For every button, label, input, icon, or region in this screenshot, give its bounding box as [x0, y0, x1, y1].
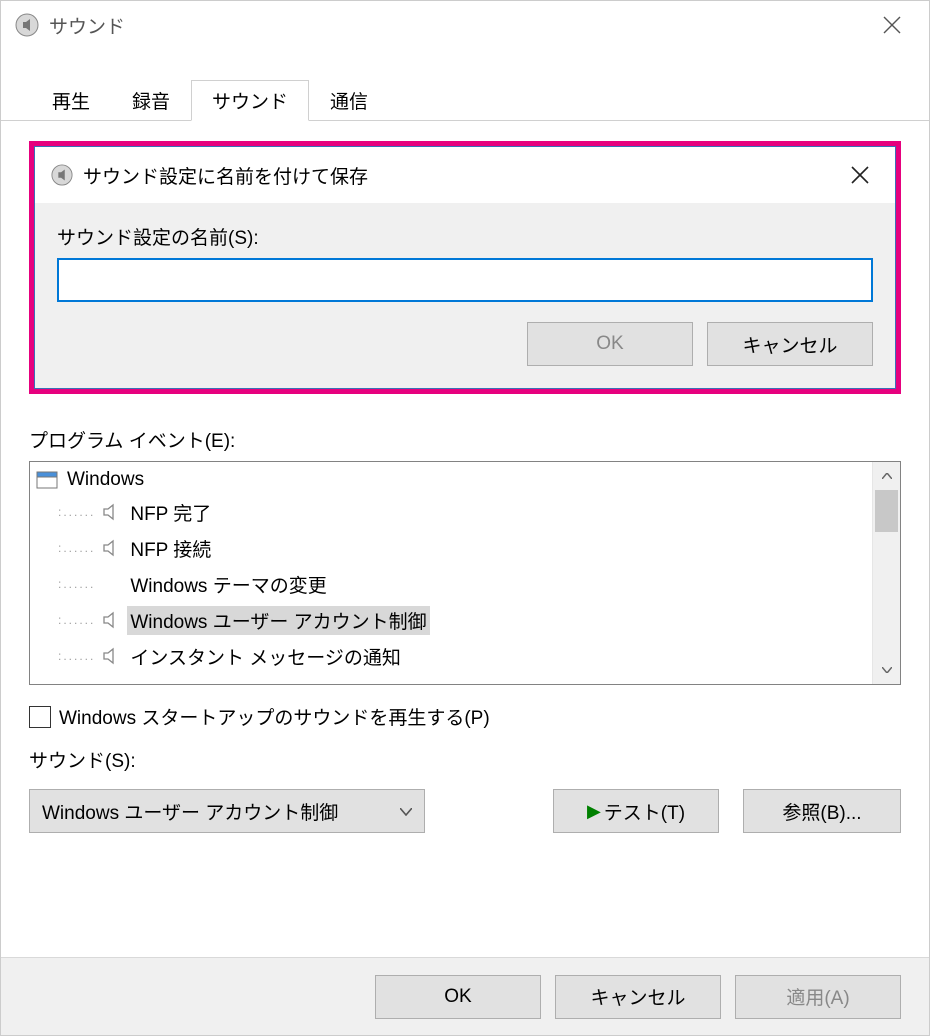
tab-sounds[interactable]: サウンド	[191, 80, 309, 121]
tab-content: サウンド設定に名前を付けて保存 サウンド設定の名前(S): OK キャンセル	[1, 121, 929, 957]
tree-root-windows[interactable]: Windows	[30, 466, 872, 494]
chevron-down-icon	[882, 667, 892, 673]
program-event-label: Windows ユーザー アカウント制御	[127, 606, 429, 635]
program-event-item[interactable]: :...... NFP 接続	[30, 530, 872, 566]
program-event-label: インスタント メッセージの通知	[127, 642, 404, 671]
cancel-button[interactable]: キャンセル	[555, 975, 721, 1019]
tabs-row: 再生 録音 サウンド 通信	[1, 79, 929, 121]
apply-button[interactable]: 適用(A)	[735, 975, 901, 1019]
save-dialog-close-button[interactable]	[835, 155, 885, 195]
tree-connector: :......	[58, 613, 95, 627]
ok-button[interactable]: OK	[375, 975, 541, 1019]
test-button-label: テスト(T)	[604, 798, 685, 825]
close-icon	[851, 166, 869, 184]
scheme-name-input[interactable]	[57, 258, 873, 302]
save-dialog-ok-button[interactable]: OK	[527, 322, 693, 366]
sound-settings-window: サウンド 再生 録音 サウンド 通信 サウンド設定に名前を付けて保存	[0, 0, 930, 1036]
program-events-label: プログラム イベント(E):	[29, 426, 901, 453]
save-dialog-titlebar: サウンド設定に名前を付けて保存	[35, 147, 895, 203]
program-event-label: NFP 接続	[127, 534, 214, 563]
program-event-item[interactable]: :...... インスタント メッセージの通知	[30, 638, 872, 674]
tree-root-label: Windows	[64, 468, 147, 492]
scroll-up-button[interactable]	[873, 462, 900, 490]
tab-recording[interactable]: 録音	[111, 80, 191, 121]
scroll-track	[873, 532, 900, 656]
scroll-down-button[interactable]	[873, 656, 900, 684]
program-event-label: NFP 完了	[127, 498, 214, 527]
test-button[interactable]: ▶ テスト(T)	[553, 789, 719, 833]
highlighted-dialog-area: サウンド設定に名前を付けて保存 サウンド設定の名前(S): OK キャンセル	[29, 141, 901, 394]
startup-sound-checkbox-row[interactable]: Windows スタートアップのサウンドを再生する(P)	[29, 703, 901, 730]
sound-combo-label: サウンド(S):	[29, 746, 901, 773]
window-close-button[interactable]	[863, 5, 921, 45]
program-events-content: Windows :...... NFP 完了:...... NFP 接続:.....…	[30, 462, 872, 684]
sound-combobox[interactable]: Windows ユーザー アカウント制御	[29, 789, 425, 833]
listbox-scrollbar[interactable]	[872, 462, 900, 684]
sound-row: Windows ユーザー アカウント制御 ▶ テスト(T) 参照(B)...	[29, 789, 901, 833]
scheme-name-label: サウンド設定の名前(S):	[57, 223, 873, 250]
sound-combobox-value: Windows ユーザー アカウント制御	[42, 798, 338, 825]
chevron-down-icon	[400, 803, 412, 819]
sound-icon	[15, 13, 39, 37]
window-icon	[36, 471, 58, 489]
save-scheme-dialog: サウンド設定に名前を付けて保存 サウンド設定の名前(S): OK キャンセル	[34, 146, 896, 389]
save-dialog-button-row: OK キャンセル	[57, 322, 873, 366]
tree-connector: :......	[58, 505, 95, 519]
save-dialog-body: サウンド設定の名前(S): OK キャンセル	[35, 203, 895, 388]
program-event-item[interactable]: :...... NFP 完了	[30, 494, 872, 530]
tree-connector: :......	[58, 649, 95, 663]
chevron-up-icon	[882, 473, 892, 479]
startup-sound-checkbox[interactable]	[29, 706, 51, 728]
program-event-label: Windows テーマの変更	[127, 570, 329, 599]
browse-button[interactable]: 参照(B)...	[743, 789, 901, 833]
scroll-thumb[interactable]	[875, 490, 898, 532]
program-events-listbox[interactable]: Windows :...... NFP 完了:...... NFP 接続:.....…	[29, 461, 901, 685]
sound-icon	[51, 164, 73, 186]
window-titlebar: サウンド	[1, 1, 929, 49]
save-dialog-cancel-button[interactable]: キャンセル	[707, 322, 873, 366]
startup-sound-label: Windows スタートアップのサウンドを再生する(P)	[59, 703, 490, 730]
tab-playback[interactable]: 再生	[31, 80, 111, 121]
tree-connector: :......	[58, 541, 95, 555]
save-dialog-title: サウンド設定に名前を付けて保存	[83, 162, 835, 189]
tab-communications[interactable]: 通信	[309, 80, 389, 121]
browse-button-label: 参照(B)...	[782, 798, 861, 825]
close-icon	[883, 16, 901, 34]
play-icon: ▶	[587, 801, 601, 822]
program-event-item[interactable]: :...... Windows テーマの変更	[30, 566, 872, 602]
window-title: サウンド	[49, 12, 863, 39]
dialog-footer: OK キャンセル 適用(A)	[1, 957, 929, 1035]
tree-connector: :......	[58, 577, 95, 591]
program-event-item[interactable]: :...... Windows ユーザー アカウント制御	[30, 602, 872, 638]
